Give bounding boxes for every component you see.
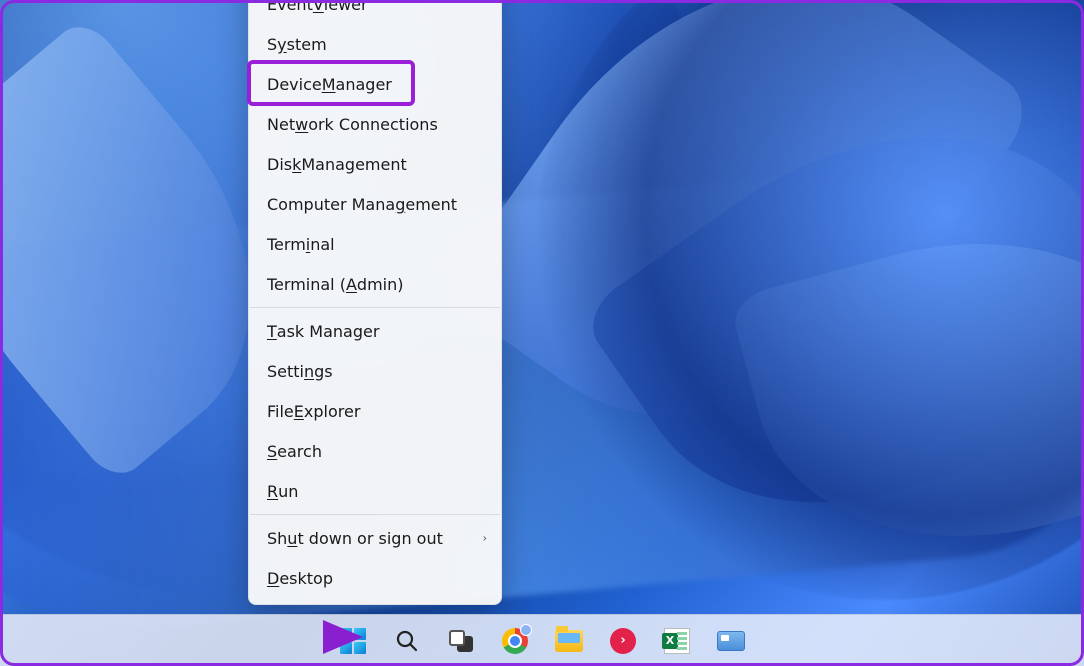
menu-device-manager[interactable]: Device Manager xyxy=(249,64,501,104)
menu-terminal-admin[interactable]: Terminal (Admin) xyxy=(249,264,501,304)
folder-icon xyxy=(555,630,583,652)
winx-context-menu: Event ViewerSystemDevice ManagerNetwork … xyxy=(248,0,502,605)
menu-terminal[interactable]: Terminal xyxy=(249,224,501,264)
menu-separator xyxy=(250,514,500,515)
excel-button[interactable] xyxy=(662,626,692,656)
menu-disk-management[interactable]: Disk Management xyxy=(249,144,501,184)
run-icon xyxy=(717,631,745,651)
running-indicator xyxy=(620,663,626,666)
menu-settings[interactable]: Settings xyxy=(249,351,501,391)
menu-network-connections[interactable]: Network Connections xyxy=(249,104,501,144)
running-indicator xyxy=(728,663,734,666)
task-view-icon xyxy=(449,630,473,652)
search-button[interactable] xyxy=(392,626,422,656)
desktop-wallpaper: Event ViewerSystemDevice ManagerNetwork … xyxy=(0,0,1084,666)
red-app-icon: › xyxy=(610,628,636,654)
menu-event-viewer[interactable]: Event Viewer xyxy=(249,0,501,24)
menu-separator xyxy=(250,307,500,308)
start-button[interactable] xyxy=(338,626,368,656)
menu-shutdown-signout[interactable]: Shut down or sign out› xyxy=(249,518,501,558)
running-indicator xyxy=(566,663,572,666)
menu-system[interactable]: System xyxy=(249,24,501,64)
chrome-button[interactable] xyxy=(500,626,530,656)
running-indicator xyxy=(512,663,518,666)
chevron-right-icon: › xyxy=(483,532,487,545)
menu-task-manager[interactable]: Task Manager xyxy=(249,311,501,351)
start-icon xyxy=(340,628,366,654)
task-view-button[interactable] xyxy=(446,626,476,656)
running-indicator xyxy=(674,663,680,666)
excel-icon xyxy=(664,628,690,654)
taskbar: › xyxy=(0,614,1084,666)
menu-computer-management[interactable]: Computer Management xyxy=(249,184,501,224)
run-button[interactable] xyxy=(716,626,746,656)
menu-file-explorer[interactable]: File Explorer xyxy=(249,391,501,431)
file-explorer-button[interactable] xyxy=(554,626,584,656)
app-button[interactable]: › xyxy=(608,626,638,656)
search-icon xyxy=(395,629,419,653)
chrome-icon xyxy=(502,628,528,654)
menu-search[interactable]: Search xyxy=(249,431,501,471)
menu-run[interactable]: Run xyxy=(249,471,501,511)
menu-desktop[interactable]: Desktop xyxy=(249,558,501,598)
